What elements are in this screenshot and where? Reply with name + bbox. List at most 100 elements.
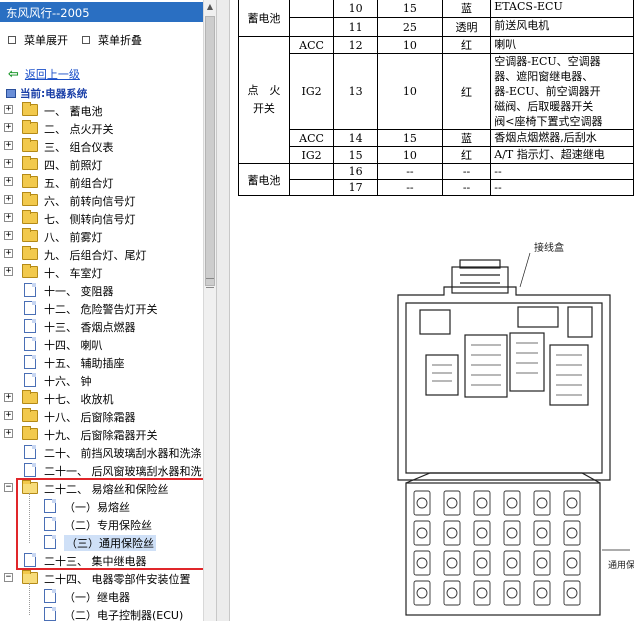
position-cell: IG2 <box>288 53 335 130</box>
expand-menu-button[interactable]: 菜单展开 <box>8 32 68 48</box>
amperage-cell: 15 <box>377 0 443 18</box>
collapse-node-icon[interactable]: − <box>4 483 13 492</box>
circuit-cell: 喇叭 <box>490 36 634 54</box>
collapse-menu-label: 菜单折叠 <box>98 34 142 47</box>
color-cell: 透明 <box>441 17 492 37</box>
fuse-row: 蓄电池 10 15 蓝 ETACS-ECU <box>238 0 634 37</box>
tree-item-label: 二十一、 后风窗玻璃刮水器和洗 <box>44 465 202 478</box>
tree-scrollbar[interactable]: ▲ <box>203 0 216 621</box>
tree-item[interactable]: 十二、 危险警告灯开关 <box>0 299 203 317</box>
color-cell: 红 <box>441 146 492 164</box>
color-cell: 蓝 <box>441 0 492 18</box>
tree-item[interactable]: + 十九、 后窗除霜器开关 <box>0 425 203 443</box>
color-cell: 蓝 <box>441 129 492 147</box>
expand-node-icon[interactable]: + <box>4 231 13 240</box>
scrollbar-thumb[interactable] <box>205 16 215 286</box>
expand-node-icon[interactable]: + <box>4 105 13 114</box>
document-icon <box>24 337 36 351</box>
tree-item[interactable]: + 三、 组合仪表 <box>0 137 203 155</box>
fuse-slot <box>413 490 431 516</box>
highlight-box <box>16 478 210 570</box>
fuse-slot <box>413 580 431 606</box>
folder-icon <box>22 174 38 188</box>
tree-item[interactable]: 十六、 钟 <box>0 371 203 389</box>
tree-item[interactable]: + 二、 点火开关 <box>0 119 203 137</box>
color-cell: 红 <box>441 53 492 130</box>
expand-node-icon[interactable]: + <box>4 123 13 132</box>
expand-node-icon[interactable]: + <box>4 267 13 276</box>
collapse-node-icon[interactable]: − <box>4 573 13 582</box>
expand-node-icon[interactable]: + <box>4 159 13 168</box>
tree-item[interactable]: 十三、 香烟点燃器 <box>0 317 203 335</box>
tree-item[interactable]: + 五、 前组合灯 <box>0 173 203 191</box>
fuse-terminal <box>566 497 578 509</box>
expand-node-icon[interactable]: + <box>4 177 13 186</box>
fuse-row: 17 -- -- -- <box>239 179 634 196</box>
tree-item[interactable]: （二）电子控制器(ECU) <box>0 605 203 621</box>
expand-node-icon <box>4 465 13 474</box>
tree-item[interactable]: − 二十四、 电器零部件安装位置 <box>0 569 203 587</box>
expand-node-icon[interactable]: + <box>4 141 13 150</box>
tree-item[interactable]: + 七、 侧转向信号灯 <box>0 209 203 227</box>
tree-item[interactable]: + 九、 后组合灯、尾灯 <box>0 245 203 263</box>
document-icon <box>24 283 36 297</box>
tree-item[interactable]: （一）继电器 <box>0 587 203 605</box>
tree-item[interactable]: 二十、 前挡风玻璃刮水器和洗涤 <box>0 443 203 461</box>
fuse-slot <box>503 490 521 516</box>
tree-item[interactable]: + 六、 前转向信号灯 <box>0 191 203 209</box>
amperage-cell: 15 <box>377 129 443 147</box>
fuse-number-cell: 10 <box>333 0 379 18</box>
group-battery-cell: 蓄电池 <box>238 0 290 37</box>
tree-item[interactable]: + 一、 蓄电池 <box>0 101 203 119</box>
fuse-row: ACC 14 15 蓝香烟点烟燃器,后刮水 <box>239 129 634 147</box>
expand-node-icon[interactable]: + <box>4 213 13 222</box>
general-fuse-label: 通用保 <box>608 559 634 571</box>
expand-node-icon[interactable]: + <box>4 429 13 438</box>
fuse-slot <box>563 550 581 576</box>
tree-item[interactable]: + 十八、 后窗除霜器 <box>0 407 203 425</box>
scrollbar-grip <box>206 278 214 288</box>
tree-item-label: 十一、 变阻器 <box>44 285 114 298</box>
fuse-terminal <box>416 557 428 569</box>
expand-icon <box>8 36 16 44</box>
color-cell: 红 <box>441 36 492 54</box>
fuse-terminal <box>416 527 428 539</box>
color-cell: -- <box>441 163 492 180</box>
back-link[interactable]: ⇦ 返回上一级 <box>8 66 80 82</box>
amperage-cell: 10 <box>377 146 443 164</box>
fuse-terminal <box>566 587 578 599</box>
tree-item[interactable]: + 四、 前照灯 <box>0 155 203 173</box>
circuit-cell: A/T 指示灯、超速继电 <box>490 146 634 164</box>
collapse-menu-button[interactable]: 菜单折叠 <box>82 32 142 48</box>
tree-item[interactable]: 十一、 变阻器 <box>0 281 203 299</box>
fuse-row: IG2 13 10 红空调器-ECU、空调器 器、遮阳窗继电器、 器-ECU、前空调器… <box>239 53 634 130</box>
scroll-up-icon[interactable]: ▲ <box>204 0 216 14</box>
expand-node-icon[interactable]: + <box>4 249 13 258</box>
fuse-number-cell: 16 <box>333 163 379 180</box>
fuse-terminal <box>566 557 578 569</box>
tree-item[interactable]: 十四、 喇叭 <box>0 335 203 353</box>
tree-item-label: 十四、 喇叭 <box>44 339 103 352</box>
tree-item[interactable]: 二十一、 后风窗玻璃刮水器和洗 <box>0 461 203 479</box>
tree-item-label: 七、 侧转向信号灯 <box>44 213 136 226</box>
tree-item[interactable]: + 八、 前雾灯 <box>0 227 203 245</box>
document-icon <box>24 301 36 315</box>
tree-item-label: 十二、 危险警告灯开关 <box>44 303 158 316</box>
expand-node-icon[interactable]: + <box>4 411 13 420</box>
tree-item-label: 三、 组合仪表 <box>44 141 114 154</box>
folder-icon <box>22 192 38 206</box>
tree-item[interactable]: + 十、 车室灯 <box>0 263 203 281</box>
fuse-terminal <box>476 557 488 569</box>
folder-icon <box>22 408 38 422</box>
navigation-pane: 东风风行--2005 菜单展开 菜单折叠 ⇦ 返回上一级 当前:电器系统 + 一、 … <box>0 0 216 621</box>
tree-item[interactable]: 十五、 辅助插座 <box>0 353 203 371</box>
expand-node-icon[interactable]: + <box>4 393 13 402</box>
fuse-slot <box>473 580 491 606</box>
fuse-number-cell: 15 <box>333 146 379 164</box>
expand-node-icon[interactable]: + <box>4 195 13 204</box>
fuse-slot <box>473 520 491 546</box>
pane-splitter[interactable] <box>216 0 230 621</box>
expand-node-icon <box>4 447 13 456</box>
fuse-terminal <box>506 497 518 509</box>
tree-item[interactable]: + 十七、 收放机 <box>0 389 203 407</box>
